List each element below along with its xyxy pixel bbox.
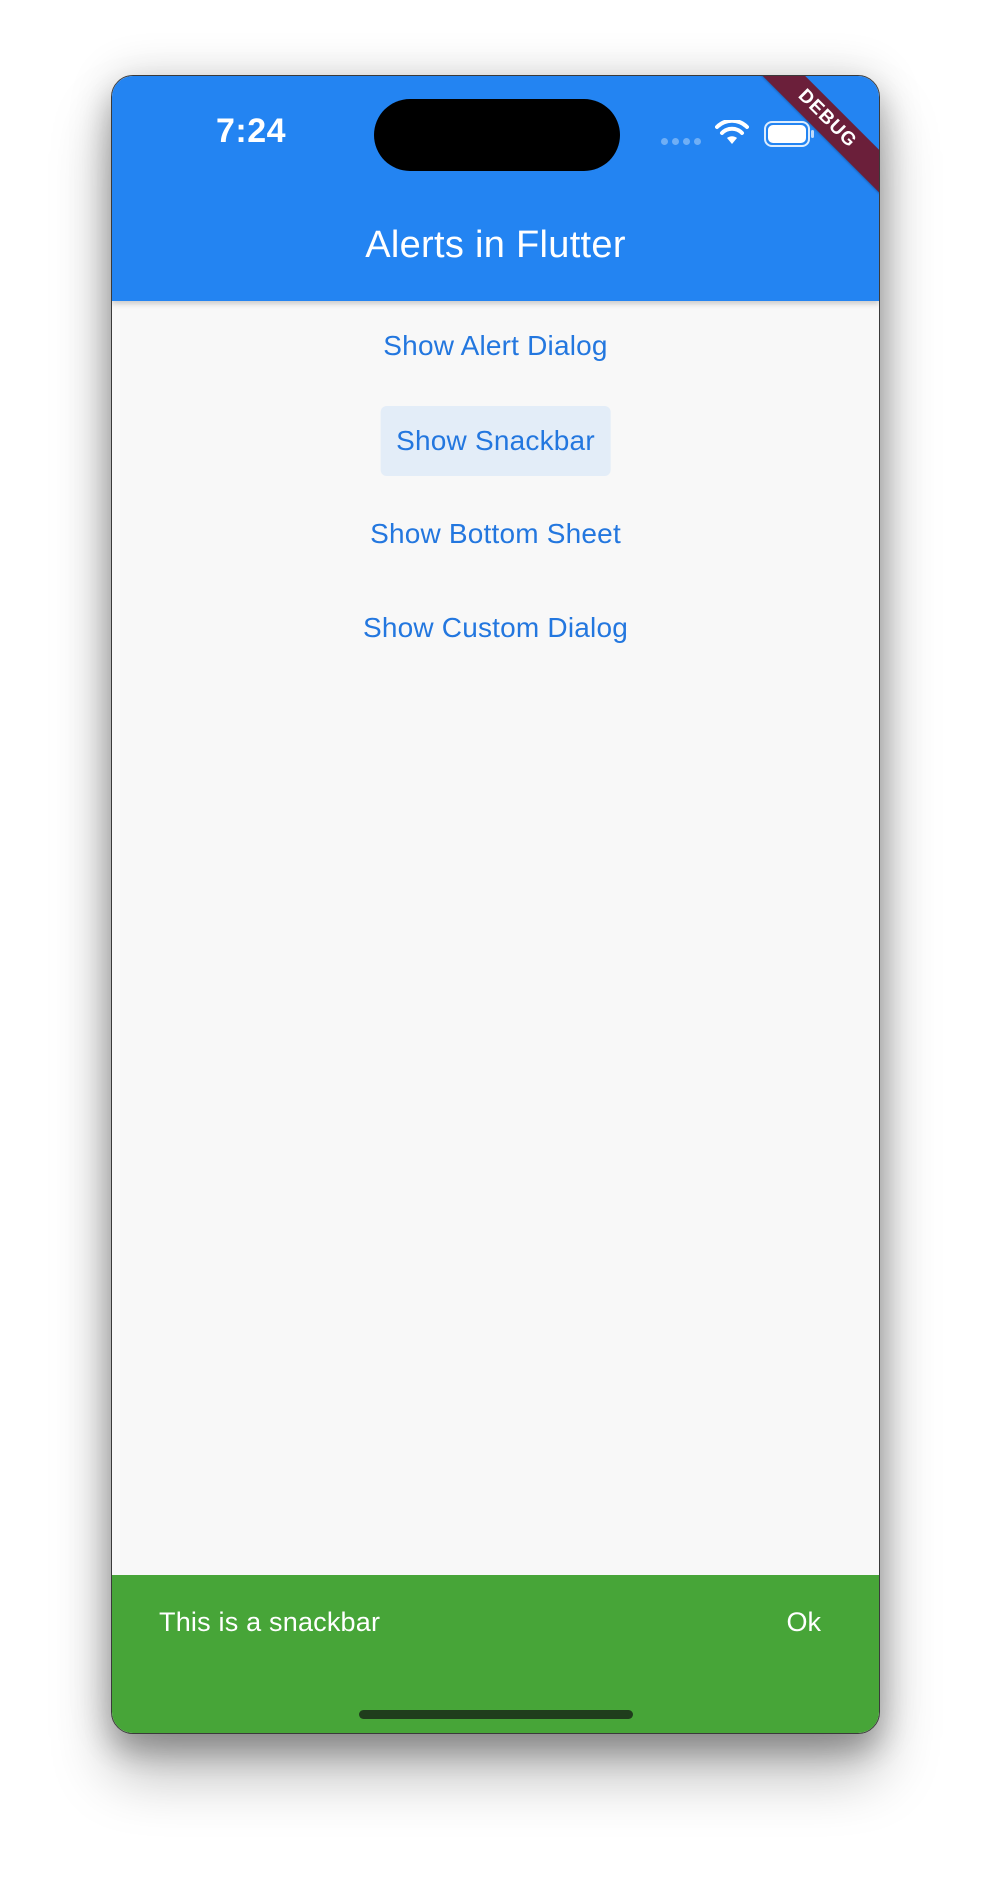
- show-custom-dialog-button[interactable]: Show Custom Dialog: [347, 593, 644, 663]
- app-bar-title: Alerts in Flutter: [365, 224, 626, 266]
- dynamic-island: [374, 99, 620, 171]
- phone-screen: 7:24 Alerts in Flutter DEBUG Show Alert …: [111, 75, 880, 1734]
- battery-icon: [764, 121, 814, 147]
- show-bottom-sheet-button[interactable]: Show Bottom Sheet: [354, 499, 637, 569]
- content-area: Show Alert Dialog Show Snackbar Show Bot…: [112, 301, 879, 1651]
- status-time: 7:24: [216, 112, 287, 150]
- app-bar: 7:24 Alerts in Flutter: [112, 76, 879, 301]
- snackbar: This is a snackbar Ok: [112, 1575, 879, 1733]
- show-alert-dialog-button[interactable]: Show Alert Dialog: [367, 311, 623, 381]
- snackbar-ok-button[interactable]: Ok: [786, 1607, 821, 1638]
- snackbar-message: This is a snackbar: [159, 1607, 381, 1637]
- page: 7:24 Alerts in Flutter DEBUG Show Alert …: [0, 0, 992, 1882]
- show-snackbar-button[interactable]: Show Snackbar: [380, 406, 611, 476]
- wifi-icon: [715, 120, 749, 144]
- cellular-signal-icon: [661, 138, 701, 145]
- home-indicator[interactable]: [359, 1710, 633, 1719]
